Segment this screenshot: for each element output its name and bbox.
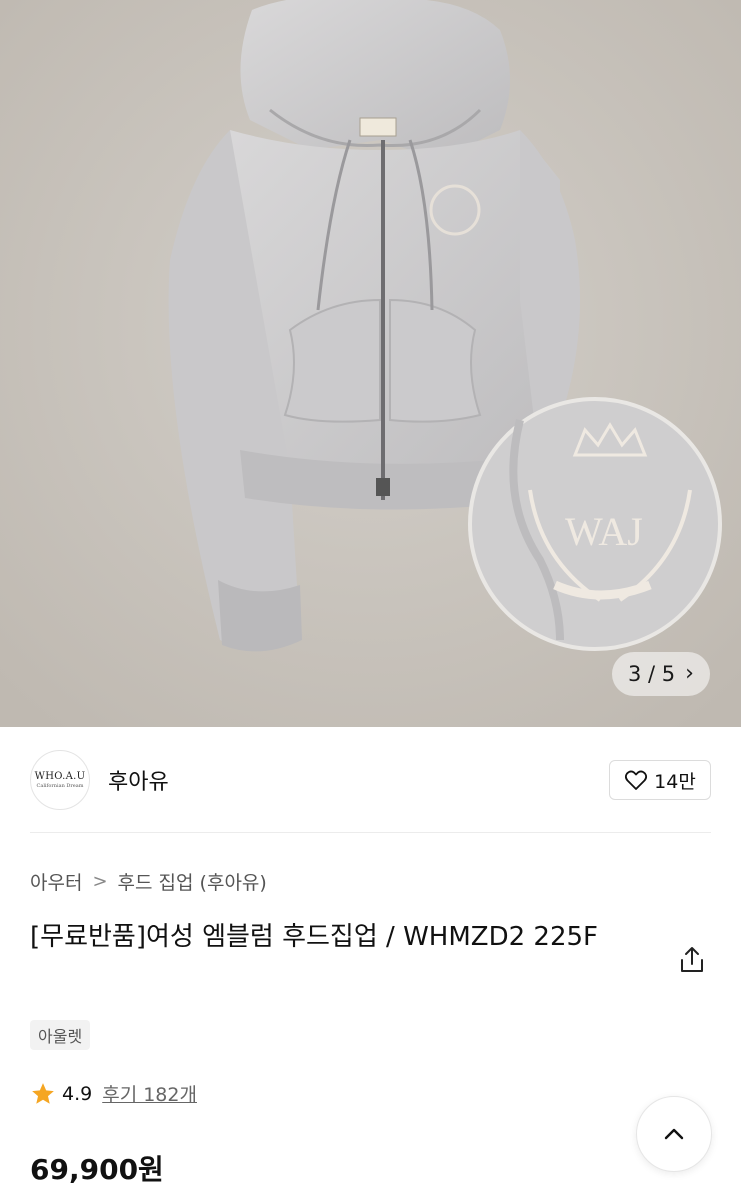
outlet-badge: 아울렛 (30, 1020, 91, 1050)
heart-icon (625, 770, 648, 790)
star-icon (32, 1082, 54, 1104)
like-button[interactable]: 14만 (609, 760, 711, 800)
breadcrumb-separator: > (92, 871, 108, 892)
chevron-up-icon (664, 1128, 684, 1140)
brand-logo-subtext: Californian Dream (36, 783, 84, 789)
rating-row[interactable]: 4.9 후기 182개 (30, 1080, 197, 1107)
product-image-gallery[interactable]: WAJ 3 / 5 › (0, 0, 741, 727)
product-title: [무료반품]여성 엠블럼 후드집업 / WHMZD2 225F (30, 922, 598, 952)
price: 69,900원 (30, 1153, 164, 1186)
brand-row: WHO.A.U Californian Dream 후아유 14만 (30, 748, 711, 812)
brand-logo[interactable]: WHO.A.U Californian Dream (30, 750, 90, 810)
svg-text:WAJ: WAJ (565, 509, 643, 554)
share-icon[interactable] (676, 944, 708, 976)
like-count: 14만 (654, 770, 696, 793)
divider (30, 832, 711, 833)
breadcrumb: 아우터 > 후드 집업 (후아유) (30, 868, 267, 895)
rating-score: 4.9 (62, 1082, 93, 1105)
breadcrumb-category[interactable]: 아우터 (30, 868, 82, 895)
brand-name[interactable]: 후아유 (108, 764, 169, 796)
reviews-link[interactable]: 후기 182개 (102, 1080, 197, 1107)
scroll-top-button[interactable] (636, 1096, 712, 1172)
chevron-right-icon: › (685, 661, 694, 686)
breadcrumb-subcategory[interactable]: 후드 집업 (후아유) (118, 868, 267, 895)
gallery-counter: 3 / 5 (628, 662, 676, 686)
gallery-pager[interactable]: 3 / 5 › (612, 652, 710, 696)
brand-logo-text: WHO.A.U (34, 771, 86, 782)
product-photo-hoodie: WAJ (0, 0, 741, 727)
